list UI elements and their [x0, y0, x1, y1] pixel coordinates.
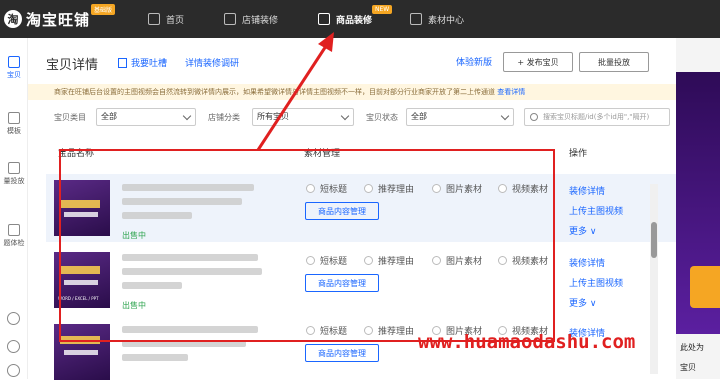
feedback-label: 我要吐槽 — [131, 59, 168, 69]
highlight-box — [59, 149, 555, 342]
rail-label: 模板 — [7, 127, 21, 135]
taobao-logo-icon: 淘 — [4, 10, 22, 28]
new-badge: NEW — [372, 5, 393, 14]
left-rail: 宝贝 模板 量投放 题体检 — [0, 38, 28, 379]
rail-item-template[interactable]: 模板 — [0, 112, 28, 136]
nav-shop-decoration[interactable]: 店铺装修 — [224, 0, 278, 38]
nav-home[interactable]: 首页 — [148, 0, 184, 38]
notice-banner: 商家在旺铺后台设置的主图视频会自然流转到微详情内展示，如果希望微详情与详情主图视… — [28, 84, 676, 100]
batch-publish-button[interactable]: 批量投放 — [579, 52, 649, 72]
product-price — [122, 354, 188, 361]
nav-label: 首页 — [166, 15, 185, 26]
manage-content-button[interactable]: 商品内容管理 — [305, 344, 379, 362]
nav-product-decoration[interactable]: 商品装修 — [318, 0, 372, 38]
rail-item-product[interactable]: 宝贝 — [0, 56, 28, 80]
scrollbar-thumb[interactable] — [651, 222, 657, 258]
notice-link[interactable]: 查看详情 — [497, 88, 525, 96]
search-input[interactable]: 搜索宝贝标题/id(多个id用","隔开) — [524, 108, 670, 126]
batch-icon — [8, 162, 20, 174]
nav-label: 素材中心 — [428, 15, 465, 26]
op-upload-video[interactable]: 上传主图视频 — [569, 276, 623, 289]
rail-label: 题体检 — [3, 239, 25, 247]
version-badge: 基础版 — [91, 4, 116, 15]
feedback-icon — [118, 57, 127, 68]
table-scrollbar[interactable] — [650, 184, 658, 374]
feedback-link[interactable]: 我要吐槽 — [118, 56, 167, 69]
status-select[interactable]: 全部 — [406, 108, 514, 126]
status-value: 全部 — [411, 112, 427, 121]
notice-text: 商家在旺铺后台设置的主图视频会自然流转到微详情内展示，如果希望微详情与详情主图视… — [54, 88, 495, 96]
document-icon — [318, 13, 330, 25]
chevron-down-icon — [182, 111, 192, 121]
col-header-op: 操作 — [569, 149, 588, 159]
op-more[interactable]: 更多 ∨ — [569, 296, 596, 309]
shop-icon — [224, 13, 236, 25]
search-placeholder: 搜索宝贝标题/id(多个id用","隔开) — [543, 113, 650, 121]
category-select[interactable]: 全部 — [96, 108, 196, 126]
op-decorate[interactable]: 装修详情 — [569, 184, 605, 197]
watermark: www.huamaodashu.com — [418, 331, 636, 353]
category-value: 全部 — [101, 112, 117, 121]
chevron-down-icon — [340, 111, 350, 121]
category-label: 宝贝类目 — [54, 113, 86, 122]
logo-text: 淘宝旺铺 — [26, 10, 91, 29]
shop-category-value: 所有宝贝 — [257, 112, 289, 121]
chevron-down-icon — [500, 111, 510, 121]
shop-category-select[interactable]: 所有宝贝 — [252, 108, 354, 126]
publish-button[interactable]: + 发布宝贝 — [503, 52, 573, 72]
survey-link[interactable]: 详情装修调研 — [185, 56, 239, 69]
user-icon[interactable] — [7, 340, 20, 353]
top-nav-bar: 淘 淘宝旺铺 基础版 首页 店铺装修 商品装修 NEW 素材中心 — [0, 0, 720, 38]
op-upload-video[interactable]: 上传主图视频 — [569, 204, 623, 217]
rail-label: 量投放 — [3, 177, 25, 185]
side-text: 宝贝 — [680, 363, 696, 372]
batch-publish-label: 批量投放 — [598, 57, 630, 67]
side-text: 此处为 — [680, 343, 704, 352]
op-decorate[interactable]: 装修详情 — [569, 256, 605, 269]
template-icon — [8, 112, 20, 124]
help-icon[interactable] — [7, 312, 20, 325]
search-icon — [530, 113, 538, 121]
rail-item-batch[interactable]: 量投放 — [0, 162, 28, 186]
shop-category-label: 店铺分类 — [208, 113, 240, 122]
product-icon — [8, 56, 20, 68]
shield-icon — [8, 224, 20, 236]
nav-label: 商品装修 — [336, 15, 373, 26]
op-more[interactable]: 更多 ∨ — [569, 224, 596, 237]
new-version-link[interactable]: 体验新版 — [456, 55, 492, 68]
settings-icon[interactable] — [7, 364, 20, 377]
folder-icon — [410, 13, 422, 25]
status-label: 宝贝状态 — [366, 113, 398, 122]
page-title: 宝贝详情 — [46, 58, 99, 73]
home-icon — [148, 13, 160, 25]
rail-item-check[interactable]: 题体检 — [0, 224, 28, 248]
nav-label: 店铺装修 — [242, 15, 279, 26]
promo-button[interactable] — [690, 266, 720, 308]
nav-material-center[interactable]: 素材中心 — [410, 0, 464, 38]
rail-label: 宝贝 — [7, 71, 21, 79]
